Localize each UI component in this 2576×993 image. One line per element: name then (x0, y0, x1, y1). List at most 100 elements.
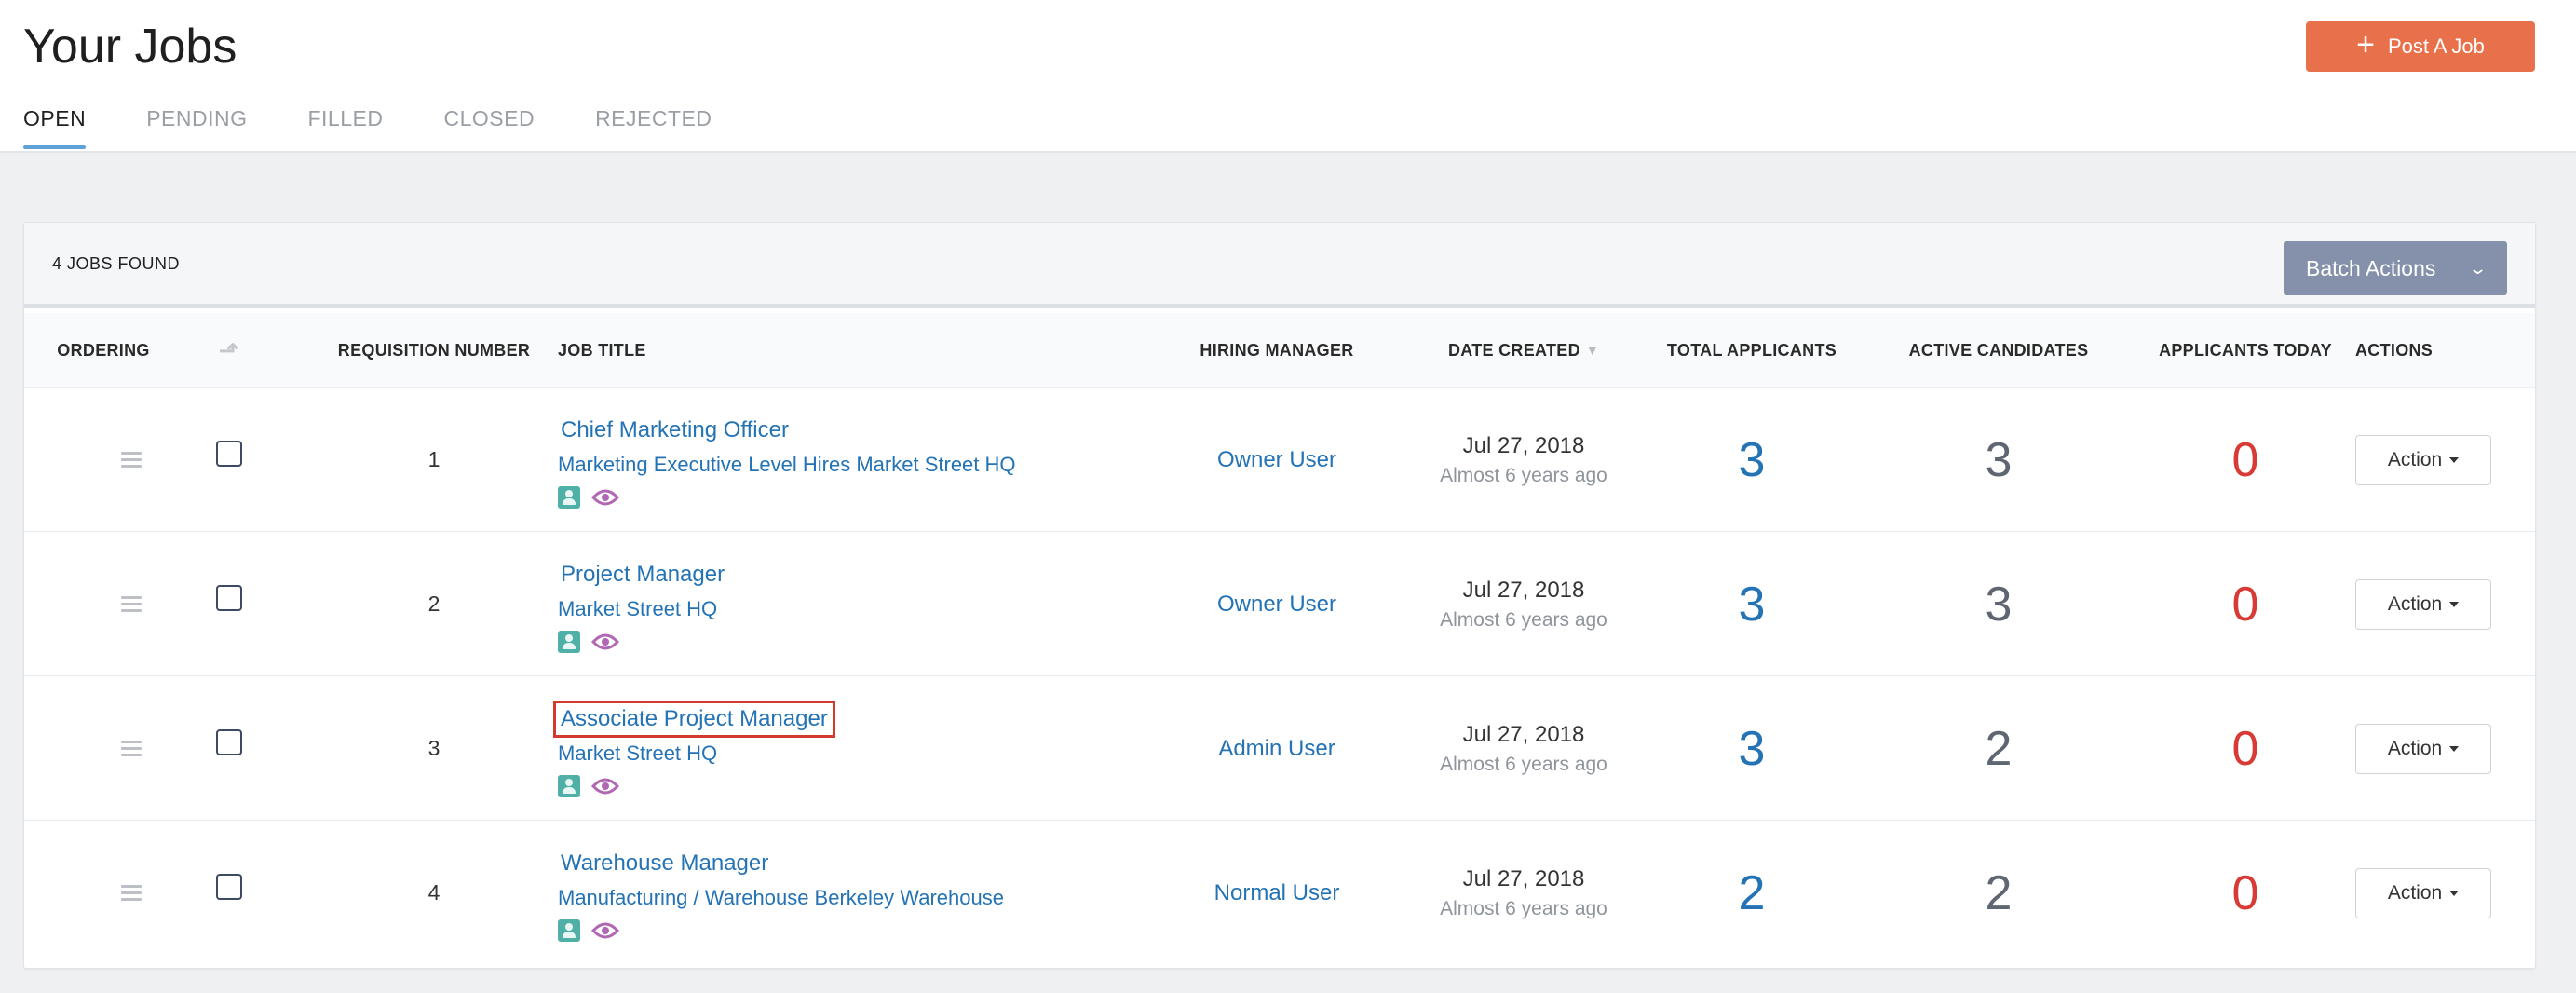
active-candidates-cell: 3 (1882, 532, 2115, 676)
requisition-number-value: 3 (427, 736, 441, 760)
table-row: 4 Warehouse Manager Manufacturing / Ware… (24, 821, 2535, 965)
caret-down-icon (2449, 601, 2460, 607)
col-applicants-today: APPLICANTS TODAY (2159, 340, 2332, 360)
job-title-cell: Chief Marketing Officer Marketing Execut… (558, 388, 1210, 532)
col-ordering: ORDERING (57, 340, 150, 360)
date-created-relative: Almost 6 years ago (1440, 897, 1607, 919)
row-checkbox[interactable] (210, 532, 248, 676)
total-applicants-link[interactable]: 3 (1739, 721, 1766, 777)
caret-down-icon (2449, 456, 2460, 463)
total-applicants-link[interactable]: 2 (1739, 865, 1766, 921)
col-date-created[interactable]: DATE CREATED ▼ (1412, 313, 1635, 388)
job-title-cell: Associate Project Manager Market Street … (553, 676, 1210, 821)
actions-cell: Action (2355, 676, 2514, 821)
table-header: ORDERING ⬏ REQUISITION NUMBER JOB TITLE … (24, 313, 2535, 388)
applicants-today-value: 0 (2231, 432, 2259, 487)
col-hiring-manager: HIRING MANAGER (1200, 340, 1354, 360)
requisition-number-value: 4 (427, 880, 441, 905)
applicants-today-cell: 0 (2129, 532, 2362, 676)
table-row: 1 Chief Marketing Officer Marketing Exec… (24, 388, 2535, 532)
requisition-number: 2 (387, 532, 481, 676)
job-location-link[interactable]: Marketing Executive Level Hires Market S… (558, 449, 1016, 481)
col-actions: ACTIONS (2355, 340, 2434, 360)
drag-handle-icon[interactable] (113, 676, 150, 821)
table-row: 2 Project Manager Market Street HQ Owner… (24, 532, 2535, 676)
action-dropdown-button[interactable]: Action (2355, 723, 2491, 774)
total-applicants-link[interactable]: 3 (1739, 432, 1766, 488)
actions-cell: Action (2355, 532, 2514, 676)
active-candidates-cell: 2 (1882, 821, 2115, 965)
col-sort[interactable]: ⬏ (201, 313, 257, 388)
applicants-today-cell: 0 (2129, 388, 2362, 532)
tab-open[interactable]: OPEN (23, 102, 87, 149)
page-header: Your Jobs + Post A Job OPEN PENDING FILL… (0, 0, 2576, 153)
actions-cell: Action (2355, 821, 2514, 965)
active-candidates-value: 3 (1985, 577, 2013, 632)
table-row: 3 Associate Project Manager Market Stree… (24, 676, 2535, 821)
job-title-link[interactable]: Project Manager (553, 556, 732, 593)
active-candidates-cell: 2 (1882, 676, 2115, 821)
job-location-link[interactable]: Market Street HQ (558, 738, 717, 769)
eye-icon[interactable] (591, 777, 619, 796)
date-created-cell: Jul 27, 2018 Almost 6 years ago (1412, 388, 1635, 532)
hiring-manager-link[interactable]: Owner User (1217, 592, 1336, 618)
action-label: Action (2387, 881, 2443, 904)
caret-down-icon (2449, 890, 2460, 896)
hiring-manager-cell: Owner User (1170, 388, 1384, 532)
col-date-created-label: DATE CREATED (1447, 340, 1580, 360)
sort-icon[interactable]: ⬏ (219, 336, 239, 365)
active-candidates-value: 2 (1985, 721, 2013, 776)
job-status-tabs: OPEN PENDING FILLED CLOSED REJECTED (23, 102, 772, 149)
drag-handle-icon[interactable] (113, 821, 150, 965)
hiring-manager-link[interactable]: Owner User (1217, 447, 1336, 473)
card-toolbar: 4 JOBS FOUND Batch Actions ⌄ (24, 223, 2535, 308)
actions-cell: Action (2355, 388, 2514, 532)
sort-down-icon: ▼ (1585, 343, 1600, 358)
job-location-link[interactable]: Manufacturing / Warehouse Berkeley Wareh… (558, 882, 1004, 914)
total-applicants-cell: 3 (1645, 676, 1859, 821)
eye-icon[interactable] (591, 921, 619, 940)
date-created: Jul 27, 2018 (1462, 432, 1585, 458)
requisition-number: 3 (387, 676, 481, 821)
row-checkbox[interactable] (210, 821, 248, 965)
person-icon (558, 918, 580, 942)
eye-icon[interactable] (591, 488, 619, 507)
eye-icon[interactable] (591, 633, 619, 651)
batch-actions-button[interactable]: Batch Actions ⌄ (2284, 241, 2507, 295)
tab-pending[interactable]: PENDING (146, 102, 247, 147)
row-checkbox[interactable] (210, 388, 248, 532)
jobs-found-count: 4 JOBS FOUND (52, 254, 181, 273)
requisition-number: 1 (387, 388, 481, 532)
drag-handle-icon[interactable] (113, 532, 150, 676)
row-checkbox[interactable] (210, 676, 248, 821)
col-job-title: JOB TITLE (558, 340, 646, 360)
hiring-manager-link[interactable]: Normal User (1214, 880, 1340, 906)
job-title-link[interactable]: Associate Project Manager (553, 700, 835, 738)
plus-icon: + (2356, 27, 2375, 62)
action-label: Action (2387, 592, 2443, 615)
date-created-cell: Jul 27, 2018 Almost 6 years ago (1412, 821, 1635, 965)
col-total-applicants: TOTAL APPLICANTS (1666, 340, 1837, 360)
action-dropdown-button[interactable]: Action (2355, 867, 2491, 918)
tab-rejected[interactable]: REJECTED (595, 102, 712, 147)
drag-handle-icon[interactable] (113, 388, 150, 532)
total-applicants-cell: 3 (1645, 532, 1859, 676)
total-applicants-link[interactable]: 3 (1739, 577, 1766, 633)
batch-actions-label: Batch Actions (2306, 255, 2436, 280)
date-created: Jul 27, 2018 (1462, 865, 1585, 891)
jobs-card: 4 JOBS FOUND Batch Actions ⌄ ORDERING ⬏ … (23, 222, 2536, 969)
job-title-link[interactable]: Warehouse Manager (553, 845, 776, 882)
active-candidates-cell: 3 (1882, 388, 2115, 532)
job-location-link[interactable]: Market Street HQ (558, 593, 717, 625)
tab-closed[interactable]: CLOSED (443, 102, 535, 147)
chevron-down-icon: ⌄ (2467, 258, 2488, 278)
date-created: Jul 27, 2018 (1462, 721, 1585, 747)
hiring-manager-link[interactable]: Admin User (1218, 736, 1335, 762)
date-created: Jul 27, 2018 (1462, 577, 1585, 603)
job-title-link[interactable]: Chief Marketing Officer (553, 412, 796, 449)
action-dropdown-button[interactable]: Action (2355, 578, 2491, 630)
action-label: Action (2387, 737, 2443, 759)
action-dropdown-button[interactable]: Action (2355, 434, 2491, 485)
tab-filled[interactable]: FILLED (307, 102, 383, 147)
post-job-button[interactable]: + Post A Job (2306, 21, 2535, 72)
